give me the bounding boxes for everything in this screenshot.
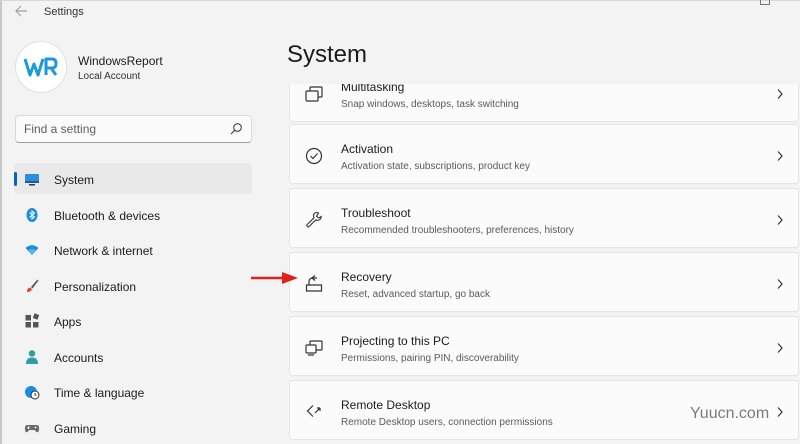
sidebar-item-label: Bluetooth & devices (54, 208, 161, 223)
card-title: Multitasking (341, 84, 405, 94)
sidebar-item-bluetooth[interactable]: Bluetooth & devices (14, 199, 252, 235)
sidebar-item-label: Network & internet (54, 244, 153, 258)
sidebar-item-personalization[interactable]: Personalization (14, 270, 252, 306)
search-icon[interactable] (229, 122, 243, 136)
avatar (15, 41, 67, 93)
chevron-right-icon (776, 277, 784, 289)
card-title: Projecting to this PC (341, 334, 450, 348)
person-icon (24, 349, 40, 365)
wr-logo-icon (24, 57, 58, 77)
remote-desktop-icon (304, 402, 324, 422)
card-troubleshoot[interactable]: Troubleshoot Recommended troubleshooters… (289, 188, 799, 248)
sidebar-nav: System Bluetooth & devices Network & int… (14, 163, 252, 444)
search-input[interactable] (16, 116, 221, 142)
sidebar-item-label: Apps (54, 315, 82, 329)
brush-icon (24, 278, 40, 294)
sidebar-item-apps[interactable]: Apps (14, 305, 252, 341)
globe-clock-icon (24, 384, 40, 400)
card-subtitle: Recommended troubleshooters, preferences… (341, 225, 574, 236)
sidebar-item-label: Time & language (54, 386, 145, 400)
sidebar-item-label: Gaming (54, 421, 97, 436)
card-title: Remote Desktop (341, 398, 431, 412)
chevron-right-icon (776, 149, 784, 161)
sidebar-item-system[interactable]: System (14, 163, 252, 194)
recovery-icon (304, 274, 324, 294)
account-name: WindowsReport (78, 54, 163, 68)
chevron-right-icon (776, 341, 784, 353)
account-type: Local Account (78, 71, 141, 82)
search-box[interactable] (15, 115, 252, 143)
watermark: Yuucn.com (690, 405, 770, 422)
card-activation[interactable]: Activation Activation state, subscriptio… (289, 124, 799, 184)
chevron-right-icon (776, 213, 784, 225)
settings-window: Settings WindowsReport Local Account Sys… (0, 0, 800, 444)
card-projecting[interactable]: Projecting to this PC Permissions, pairi… (289, 316, 799, 376)
maximize-icon[interactable] (760, 0, 770, 5)
card-subtitle: Snap windows, desktops, task switching (341, 99, 519, 110)
wifi-icon (24, 242, 40, 258)
chevron-right-icon (776, 405, 784, 417)
multitasking-icon (304, 84, 324, 104)
apps-icon (24, 313, 40, 329)
system-icon (24, 171, 40, 187)
card-title: Activation (341, 142, 394, 156)
card-multitasking[interactable]: Multitasking Snap windows, desktops, tas… (289, 84, 799, 122)
card-recovery[interactable]: Recovery Reset, advanced startup, go bac… (289, 252, 799, 312)
bluetooth-icon (24, 207, 40, 223)
card-subtitle: Reset, advanced startup, go back (341, 289, 490, 300)
settings-list: Multitasking Snap windows, desktops, tas… (289, 84, 799, 444)
card-title: Recovery (341, 270, 392, 284)
check-circle-icon (304, 146, 324, 166)
wrench-icon (304, 210, 324, 230)
card-title: Troubleshoot (341, 206, 411, 220)
card-subtitle: Activation state, subscriptions, product… (341, 161, 530, 172)
card-subtitle: Remote Desktop users, connection permiss… (341, 417, 553, 428)
card-subtitle: Permissions, pairing PIN, discoverabilit… (341, 353, 519, 364)
chevron-right-icon (776, 87, 784, 99)
sidebar-item-gaming[interactable]: Gaming (14, 412, 252, 444)
sidebar-item-time-language[interactable]: Time & language (14, 376, 252, 412)
annotation-arrow-icon (250, 271, 300, 285)
title-bar: Settings (2, 0, 800, 25)
projecting-icon (304, 338, 324, 358)
sidebar-item-accounts[interactable]: Accounts (14, 341, 252, 377)
back-arrow-icon[interactable] (14, 4, 30, 20)
selection-indicator (14, 172, 17, 186)
gamepad-icon (24, 420, 40, 436)
sidebar-item-label: System (54, 173, 95, 187)
sidebar-item-label: Accounts (54, 350, 104, 365)
window-title: Settings (44, 6, 84, 18)
sidebar-item-label: Personalization (54, 279, 137, 294)
sidebar-item-network[interactable]: Network & internet (14, 234, 252, 270)
page-title: System (287, 41, 368, 68)
